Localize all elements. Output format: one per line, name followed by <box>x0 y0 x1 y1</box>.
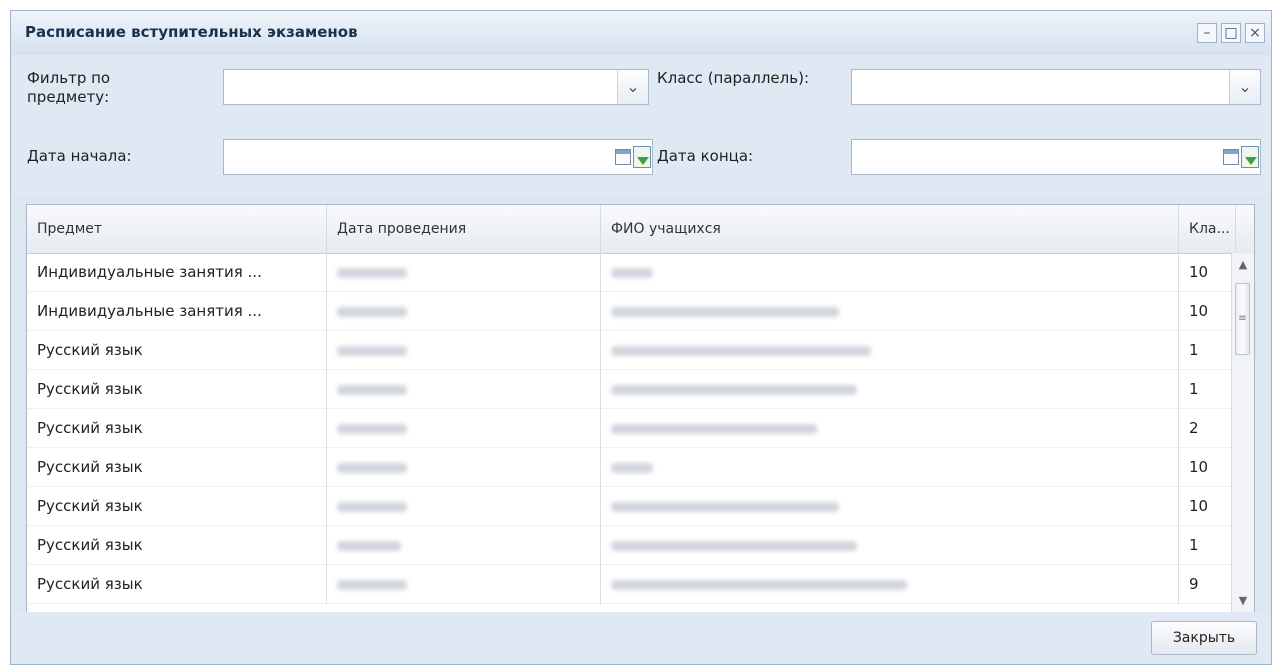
scrollbar-thumb[interactable]: ≡ <box>1235 283 1250 355</box>
cell-class: 10 <box>1179 292 1236 331</box>
chevron-down-icon[interactable]: ⌄ <box>1229 70 1260 104</box>
cell-students-redacted <box>601 448 1179 487</box>
column-header-class[interactable]: Кла... <box>1179 205 1236 253</box>
cell-date-redacted <box>327 565 601 604</box>
grid-header: Предмет Дата проведения ФИО учащихся Кла… <box>27 205 1254 254</box>
cell-class: 1 <box>1179 370 1236 409</box>
column-header-subject[interactable]: Предмет <box>27 205 327 253</box>
cell-students-redacted <box>601 370 1179 409</box>
cell-students-redacted <box>601 526 1179 565</box>
class-filter-label: Класс (параллель): <box>657 69 809 87</box>
exam-schedule-window: Расписание вступительных экзаменов – □ ×… <box>10 10 1272 665</box>
end-date-trigger[interactable] <box>1220 141 1262 173</box>
table-row[interactable]: Русский язык 1 <box>27 370 1236 409</box>
cell-subject: Русский язык <box>27 565 327 604</box>
cell-subject: Русский язык <box>27 448 327 487</box>
window-controls: – □ × <box>1197 23 1265 43</box>
cell-subject: Индивидуальные занятия ... <box>27 253 327 292</box>
cell-date-redacted <box>327 370 601 409</box>
chevron-down-icon[interactable]: ⌄ <box>617 70 648 104</box>
cell-date-redacted <box>327 487 601 526</box>
cell-subject: Русский язык <box>27 487 327 526</box>
column-header-date[interactable]: Дата проведения <box>327 205 601 253</box>
cell-students-redacted <box>601 253 1179 292</box>
cell-subject: Индивидуальные занятия ... <box>27 292 327 331</box>
cell-subject: Русский язык <box>27 331 327 370</box>
table-row[interactable]: Русский язык 1 <box>27 526 1236 565</box>
cell-class: 10 <box>1179 448 1236 487</box>
table-row[interactable]: Индивидуальные занятия ... 10 <box>27 253 1236 292</box>
close-button[interactable]: Закрыть <box>1151 621 1257 655</box>
start-date-field[interactable] <box>223 139 653 175</box>
cell-class: 1 <box>1179 526 1236 565</box>
cell-class: 10 <box>1179 253 1236 292</box>
cell-date-redacted <box>327 292 601 331</box>
cell-students-redacted <box>601 565 1179 604</box>
exam-grid: Предмет Дата проведения ФИО учащихся Кла… <box>26 204 1255 614</box>
calendar-icon[interactable] <box>1223 149 1239 165</box>
close-icon[interactable]: × <box>1245 23 1265 43</box>
start-date-trigger[interactable] <box>612 141 654 173</box>
calendar-apply-icon[interactable] <box>1241 146 1259 168</box>
calendar-icon[interactable] <box>615 149 631 165</box>
filter-panel: Фильтр по предмету: ⌄ Класс (параллель):… <box>11 55 1271 196</box>
cell-date-redacted <box>327 526 601 565</box>
grid-vertical-scrollbar[interactable]: ▲ ≡ ▼ <box>1231 253 1254 613</box>
table-row[interactable]: Русский язык 9 <box>27 565 1236 604</box>
cell-subject: Русский язык <box>27 370 327 409</box>
maximize-icon[interactable]: □ <box>1221 23 1241 43</box>
subject-filter-label: Фильтр по предмету: <box>27 69 111 106</box>
cell-class: 10 <box>1179 487 1236 526</box>
cell-subject: Русский язык <box>27 409 327 448</box>
table-row[interactable]: Русский язык 10 <box>27 448 1236 487</box>
table-row[interactable]: Русский язык 1 <box>27 331 1236 370</box>
window-title: Расписание вступительных экзаменов <box>25 23 358 41</box>
table-row[interactable]: Русский язык 10 <box>27 487 1236 526</box>
cell-class: 2 <box>1179 409 1236 448</box>
cell-date-redacted <box>327 253 601 292</box>
cell-date-redacted <box>327 409 601 448</box>
end-date-field[interactable] <box>851 139 1261 175</box>
column-header-students[interactable]: ФИО учащихся <box>601 205 1179 253</box>
scroll-down-icon[interactable]: ▼ <box>1232 589 1254 613</box>
window-footer: Закрыть <box>11 612 1271 664</box>
cell-subject: Русский язык <box>27 526 327 565</box>
minimize-icon[interactable]: – <box>1197 23 1217 43</box>
cell-students-redacted <box>601 292 1179 331</box>
calendar-apply-icon[interactable] <box>633 146 651 168</box>
table-row[interactable]: Русский язык 2 <box>27 409 1236 448</box>
cell-date-redacted <box>327 331 601 370</box>
subject-filter-combo[interactable]: ⌄ <box>223 69 649 105</box>
table-row[interactable]: Индивидуальные занятия ... 10 <box>27 292 1236 331</box>
class-filter-combo[interactable]: ⌄ <box>851 69 1261 105</box>
window-titlebar[interactable]: Расписание вступительных экзаменов – □ × <box>11 11 1271 56</box>
cell-students-redacted <box>601 487 1179 526</box>
scroll-up-icon[interactable]: ▲ <box>1232 253 1254 277</box>
cell-class: 1 <box>1179 331 1236 370</box>
start-date-label: Дата начала: <box>27 147 132 165</box>
cell-class: 9 <box>1179 565 1236 604</box>
cell-students-redacted <box>601 409 1179 448</box>
cell-students-redacted <box>601 331 1179 370</box>
end-date-label: Дата конца: <box>657 147 754 165</box>
cell-date-redacted <box>327 448 601 487</box>
